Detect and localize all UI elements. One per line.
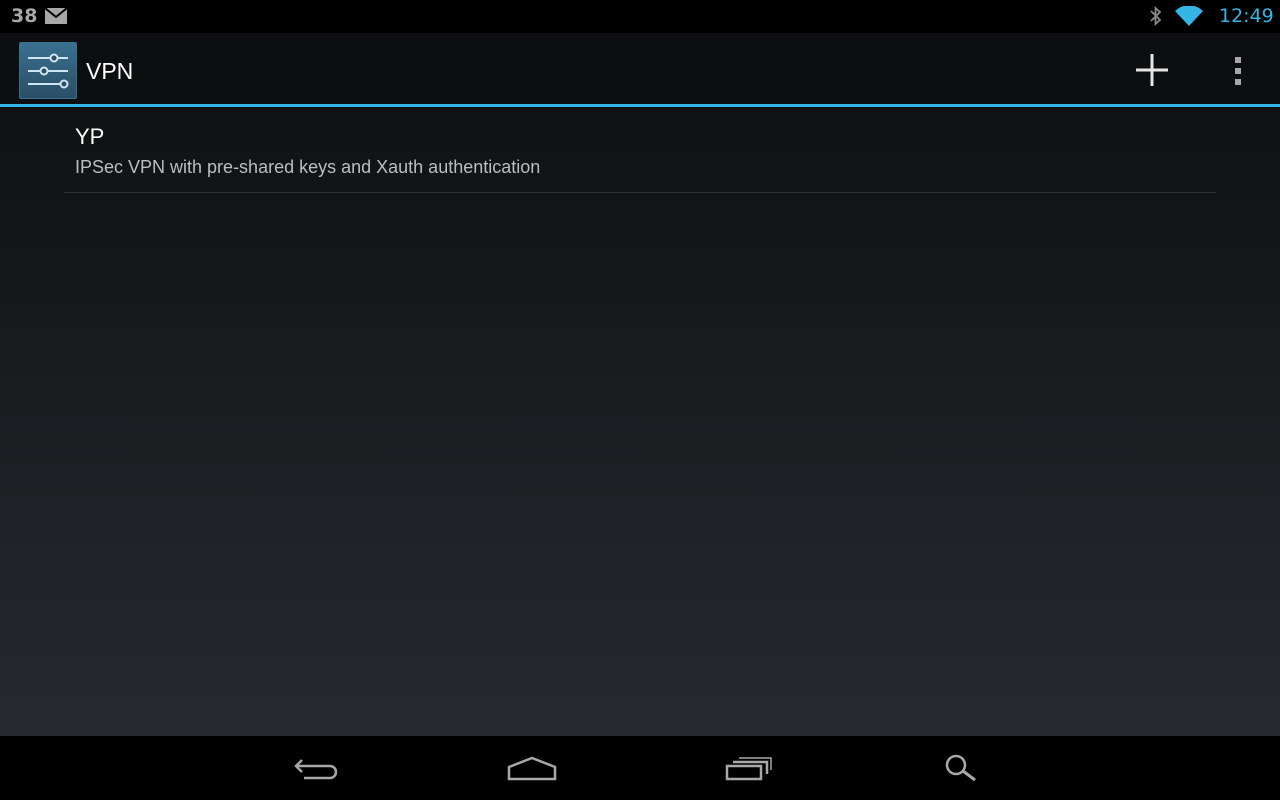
navigation-bar [0,736,1280,800]
vpn-name: YP [75,124,105,149]
vpn-description: IPSec VPN with pre-shared keys and Xauth… [75,157,541,177]
bluetooth-icon [1148,5,1164,27]
recents-icon [716,748,780,788]
wifi-icon [1175,6,1203,27]
back-icon [284,748,348,788]
search-icon [932,748,996,788]
status-bar: 38 12:49 [0,0,1280,33]
home-button[interactable] [500,748,564,788]
notification-count: 38 [11,5,38,27]
recents-button[interactable] [716,748,780,788]
mail-icon [45,8,67,24]
action-bar: VPN [0,33,1280,104]
clock: 12:49 [1219,5,1274,27]
settings-sliders-icon[interactable] [19,42,77,99]
add-icon [1128,46,1176,94]
search-button[interactable] [932,748,996,788]
screen: 38 12:49 VPN YP IPSec VPN with pre-share… [0,0,1280,800]
page-title: VPN [86,58,134,84]
list-item[interactable]: YP IPSec VPN with pre-shared keys and Xa… [64,107,1216,193]
overflow-menu-icon [1218,46,1258,94]
back-button[interactable] [284,748,348,788]
home-icon [500,748,564,788]
add-vpn-button[interactable] [1128,46,1176,94]
vpn-list: YP IPSec VPN with pre-shared keys and Xa… [0,107,1280,736]
overflow-menu-button[interactable] [1218,46,1258,94]
